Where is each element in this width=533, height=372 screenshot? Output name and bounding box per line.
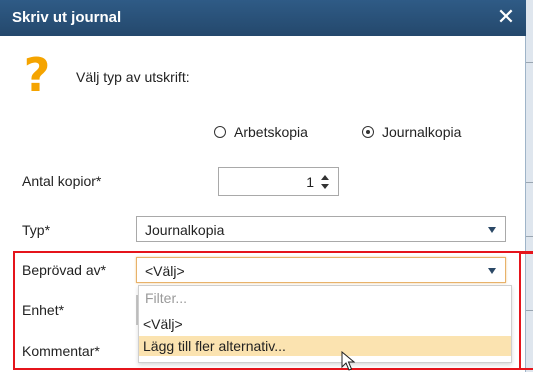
annotation-highlight-line [520, 367, 533, 370]
increment-icon[interactable] [321, 175, 329, 180]
radio-unchecked-icon [214, 126, 226, 138]
copies-value: 1 [306, 174, 314, 190]
dropdown-option-add-more[interactable]: Lägg till fler alternativ... [139, 336, 511, 356]
close-icon[interactable]: ✕ [494, 4, 518, 30]
chevron-down-icon [488, 227, 496, 233]
chevron-down-icon [488, 268, 496, 274]
reviewed-by-dropdown: Filter... <Välj> Lägg till fler alternat… [138, 285, 512, 363]
print-journal-dialog: Skriv ut journal ✕ ? Välj typ av utskrif… [0, 0, 526, 372]
dialog-titlebar: Skriv ut journal ✕ [0, 0, 526, 36]
radio-checked-icon [362, 126, 374, 138]
dropdown-filter-input[interactable]: Filter... [145, 290, 187, 306]
reviewed-by-label: Beprövad av* [22, 262, 107, 278]
type-label: Typ* [22, 222, 51, 238]
copies-stepper[interactable]: 1 [218, 167, 339, 196]
question-mark-icon: ? [23, 48, 51, 102]
dialog-title: Skriv ut journal [12, 9, 122, 26]
comment-label: Kommentar* [22, 343, 100, 359]
annotation-highlight-line [520, 251, 533, 254]
reviewed-by-select[interactable]: <Välj> [136, 257, 506, 283]
background-window-edge [526, 0, 533, 372]
unit-label: Enhet* [22, 302, 65, 318]
type-select-value: Journalkopia [145, 222, 225, 238]
radio-arbetskopia[interactable]: Arbetskopia [214, 123, 308, 141]
type-select[interactable]: Journalkopia [136, 216, 506, 242]
radio-label-journalkopia: Journalkopia [382, 124, 462, 140]
radio-journalkopia[interactable]: Journalkopia [362, 123, 461, 141]
dropdown-option[interactable]: <Välj> [139, 314, 511, 334]
decrement-icon[interactable] [321, 184, 329, 189]
radio-label-arbetskopia: Arbetskopia [234, 124, 308, 140]
copies-label: Antal kopior* [22, 173, 102, 189]
prompt-text: Välj typ av utskrift: [76, 69, 190, 85]
mouse-pointer-icon [341, 351, 355, 371]
spinner-arrows-icon[interactable] [321, 173, 331, 191]
reviewed-by-select-value: <Välj> [145, 263, 185, 279]
